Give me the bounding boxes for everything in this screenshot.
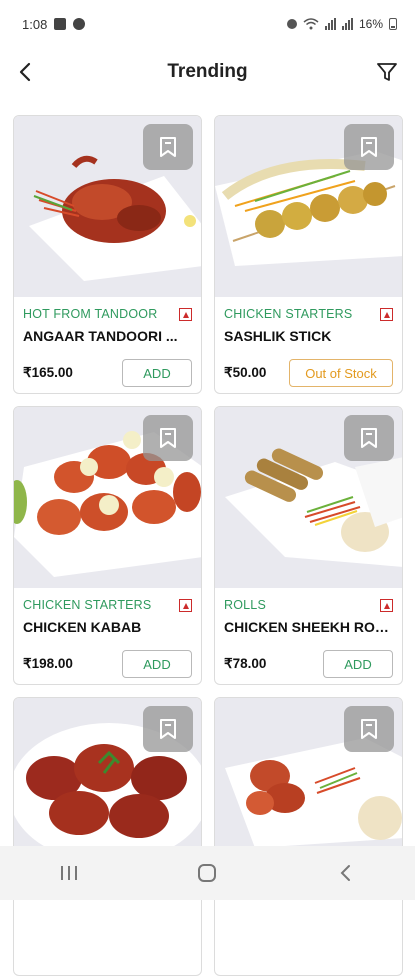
price-row: ₹50.00 Out of Stock bbox=[224, 359, 393, 387]
add-button[interactable]: ADD bbox=[122, 359, 192, 387]
price-row: ₹78.00 ADD bbox=[224, 650, 393, 678]
product-info: ROLLS CHICKEN SHEEKH ROLL ... ₹78.00 ADD bbox=[215, 588, 402, 678]
product-price: ₹50.00 bbox=[224, 365, 267, 380]
bookmark-button[interactable] bbox=[143, 706, 193, 752]
nonveg-indicator-icon bbox=[179, 308, 192, 321]
product-category: ROLLS bbox=[224, 598, 266, 612]
gallery-notification-icon bbox=[54, 18, 67, 30]
product-info: CHICKEN STARTERS CHICKEN KABAB ₹198.00 A… bbox=[14, 588, 201, 678]
product-name: CHICKEN SHEEKH ROLL ... bbox=[224, 619, 393, 635]
price-row: ₹198.00 ADD bbox=[23, 650, 192, 678]
page-title: Trending bbox=[167, 61, 248, 82]
bookmark-icon bbox=[361, 137, 377, 157]
product-category: HOT FROM TANDOOR bbox=[23, 307, 158, 321]
home-button[interactable] bbox=[177, 853, 237, 893]
price-row: ₹165.00 ADD bbox=[23, 359, 192, 387]
wifi-icon bbox=[303, 18, 319, 30]
filter-icon bbox=[377, 63, 397, 81]
bookmark-button[interactable] bbox=[344, 706, 394, 752]
system-back-button[interactable] bbox=[316, 853, 376, 893]
call-notification-icon bbox=[73, 18, 86, 30]
system-nav-bar bbox=[0, 846, 415, 900]
bookmark-icon bbox=[361, 428, 377, 448]
nonveg-indicator-icon bbox=[380, 599, 393, 612]
chevron-left-icon bbox=[19, 62, 31, 82]
product-card[interactable] bbox=[214, 697, 403, 976]
bookmark-icon bbox=[160, 719, 176, 739]
product-card[interactable] bbox=[13, 697, 202, 976]
product-category: CHICKEN STARTERS bbox=[23, 598, 152, 612]
product-card[interactable]: CHICKEN STARTERS SASHLIK STICK ₹50.00 Ou… bbox=[214, 115, 403, 394]
product-image bbox=[14, 116, 201, 297]
battery-icon bbox=[389, 18, 397, 30]
product-name: CHICKEN KABAB bbox=[23, 619, 142, 635]
status-right: 16% bbox=[286, 17, 397, 31]
product-image bbox=[215, 407, 402, 588]
nonveg-indicator-icon bbox=[179, 599, 192, 612]
product-card[interactable]: CHICKEN STARTERS CHICKEN KABAB ₹198.00 A… bbox=[13, 406, 202, 685]
signal-icon bbox=[324, 18, 336, 30]
recent-apps-button[interactable] bbox=[39, 853, 99, 893]
nonveg-indicator-icon bbox=[380, 308, 393, 321]
add-button[interactable]: ADD bbox=[323, 650, 393, 678]
status-left: 1:08 bbox=[22, 16, 86, 32]
product-card[interactable]: HOT FROM TANDOOR ANGAAR TANDOORI ... ₹16… bbox=[13, 115, 202, 394]
bookmark-button[interactable] bbox=[143, 415, 193, 461]
battery-percent: 16% bbox=[358, 17, 383, 31]
recent-apps-icon bbox=[61, 866, 78, 880]
add-button[interactable]: ADD bbox=[122, 650, 192, 678]
home-icon bbox=[198, 864, 217, 882]
product-price: ₹165.00 bbox=[23, 365, 73, 380]
product-info: HOT FROM TANDOOR ANGAAR TANDOORI ... ₹16… bbox=[14, 297, 201, 387]
bookmark-icon bbox=[361, 719, 377, 739]
product-info: CHICKEN STARTERS SASHLIK STICK ₹50.00 Ou… bbox=[215, 297, 402, 387]
back-arrow-icon bbox=[340, 865, 350, 881]
bookmark-button[interactable] bbox=[143, 124, 193, 170]
bookmark-icon bbox=[160, 428, 176, 448]
bookmark-icon bbox=[160, 137, 176, 157]
product-name: ANGAAR TANDOORI ... bbox=[23, 328, 178, 344]
signal-2-icon bbox=[341, 18, 353, 30]
product-price: ₹78.00 bbox=[224, 656, 267, 671]
app-header: Trending bbox=[0, 48, 415, 96]
product-name: SASHLIK STICK bbox=[224, 328, 332, 344]
product-category: CHICKEN STARTERS bbox=[224, 307, 353, 321]
filter-button[interactable] bbox=[373, 58, 401, 86]
product-price: ₹198.00 bbox=[23, 656, 73, 671]
status-bar: 1:08 16% bbox=[0, 0, 415, 48]
status-time: 1:08 bbox=[22, 16, 48, 32]
product-image bbox=[215, 116, 402, 297]
product-card[interactable]: ROLLS CHICKEN SHEEKH ROLL ... ₹78.00 ADD bbox=[214, 406, 403, 685]
bookmark-button[interactable] bbox=[344, 124, 394, 170]
out-of-stock-button[interactable]: Out of Stock bbox=[289, 359, 393, 387]
product-image bbox=[14, 407, 201, 588]
back-button[interactable] bbox=[12, 58, 40, 86]
bookmark-button[interactable] bbox=[344, 415, 394, 461]
alarm-icon bbox=[286, 19, 297, 29]
